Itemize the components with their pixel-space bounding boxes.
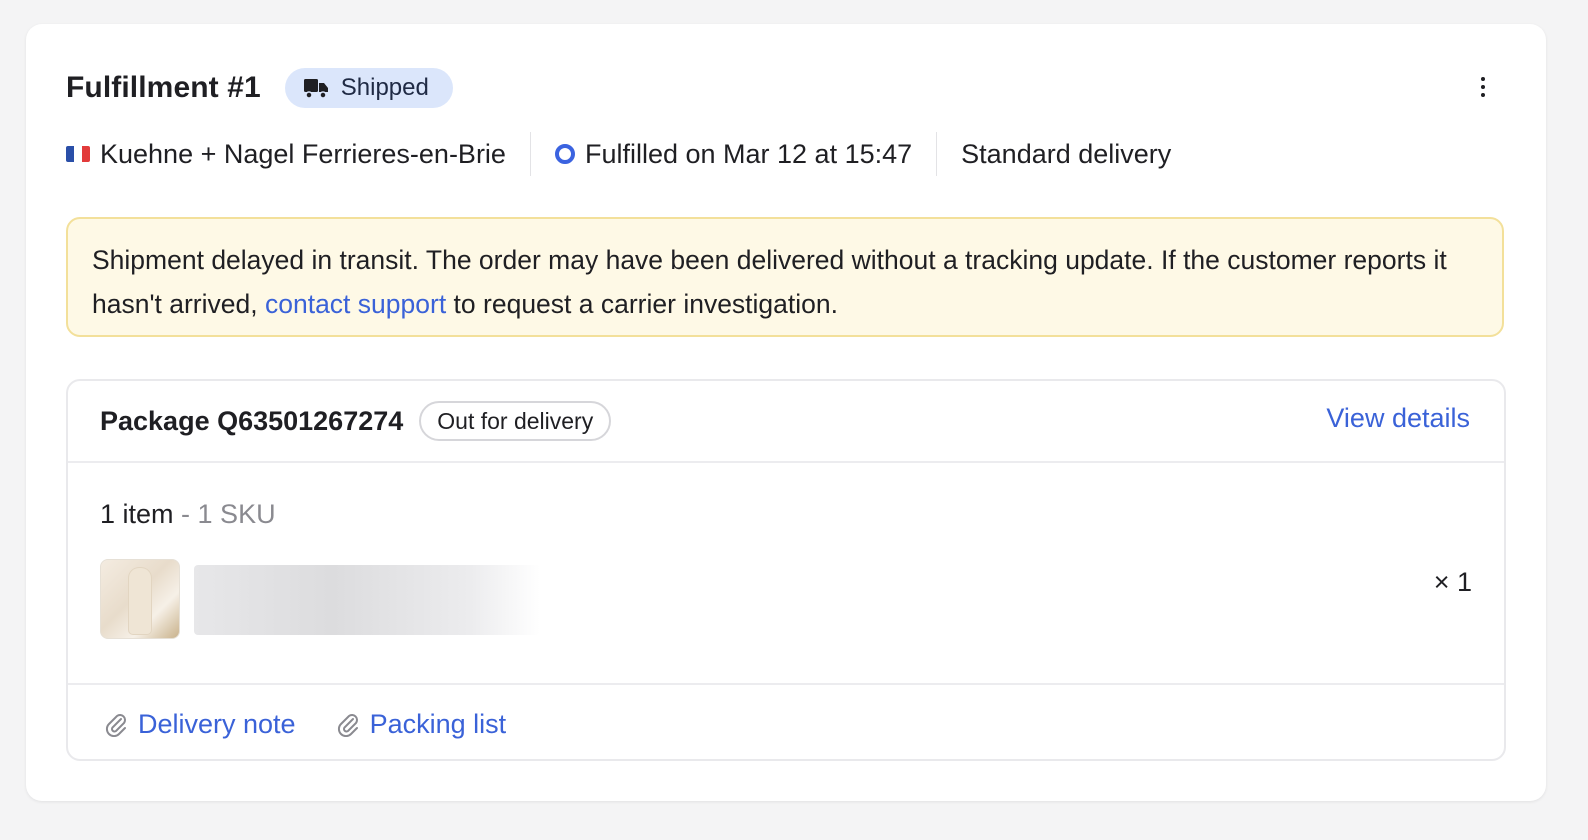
more-options-button[interactable] [1468, 72, 1498, 102]
fulfillment-card: Fulfillment #1 Shipped Kuehne + Nagel Fe… [26, 24, 1546, 801]
shipped-status-badge: Shipped [284, 68, 453, 108]
delivery-note-link[interactable]: Delivery note [104, 709, 296, 740]
france-flag-icon [66, 146, 90, 162]
redacted-product-name [194, 565, 540, 635]
meta-divider [529, 132, 531, 176]
items-count: 1 item [100, 499, 174, 529]
package-header: Package Q63501267274 Out for delivery Vi… [68, 381, 1504, 463]
package-title: Package Q63501267274 [100, 405, 404, 436]
alert-text-after: to request a carrier investigation. [446, 289, 838, 319]
truck-icon [303, 79, 328, 99]
package-panel: Package Q63501267274 Out for delivery Vi… [66, 379, 1506, 761]
contact-support-link[interactable]: contact support [265, 289, 446, 319]
items-summary: 1 item - 1 SKU [100, 499, 276, 530]
delay-warning-banner: Shipment delayed in transit. The order m… [66, 217, 1504, 337]
package-items: 1 item - 1 SKU × 1 [68, 463, 1504, 685]
fulfilled-date-item: Fulfilled on Mar 12 at 15:47 [554, 132, 913, 176]
product-image-figure [129, 568, 151, 634]
delivery-method-label: Standard delivery [961, 138, 1172, 169]
status-dot-icon [554, 144, 575, 164]
more-vertical-icon-dot [1481, 93, 1485, 97]
fulfillment-meta: Kuehne + Nagel Ferrieres-en-Brie Fulfill… [66, 132, 1171, 176]
sku-count: - 1 SKU [181, 499, 276, 529]
attachment-label: Packing list [369, 708, 507, 739]
fulfillment-header: Fulfillment #1 Shipped [66, 68, 453, 108]
location-label: Kuehne + Nagel Ferrieres-en-Brie [100, 138, 506, 169]
more-vertical-icon-dot [1481, 85, 1485, 89]
packing-list-link[interactable]: Packing list [336, 708, 507, 740]
fulfilled-date-label: Fulfilled on Mar 12 at 15:47 [584, 138, 913, 169]
item-quantity: × 1 [1433, 567, 1472, 597]
package-status-badge: Out for delivery [419, 401, 612, 441]
package-attachments: Delivery note Packing list [68, 685, 1504, 763]
product-thumbnail[interactable] [100, 559, 180, 639]
paperclip-icon [337, 714, 358, 737]
fulfillment-title: Fulfillment #1 [66, 71, 261, 104]
location-item: Kuehne + Nagel Ferrieres-en-Brie [66, 132, 506, 176]
meta-divider [936, 132, 938, 176]
attachment-label: Delivery note [138, 708, 296, 739]
status-badge-label: Shipped [340, 74, 429, 101]
more-vertical-icon-dot [1481, 77, 1485, 81]
delivery-method-item: Standard delivery [961, 132, 1171, 176]
paperclip-icon [105, 714, 126, 737]
view-details-link[interactable]: View details [1326, 403, 1470, 434]
